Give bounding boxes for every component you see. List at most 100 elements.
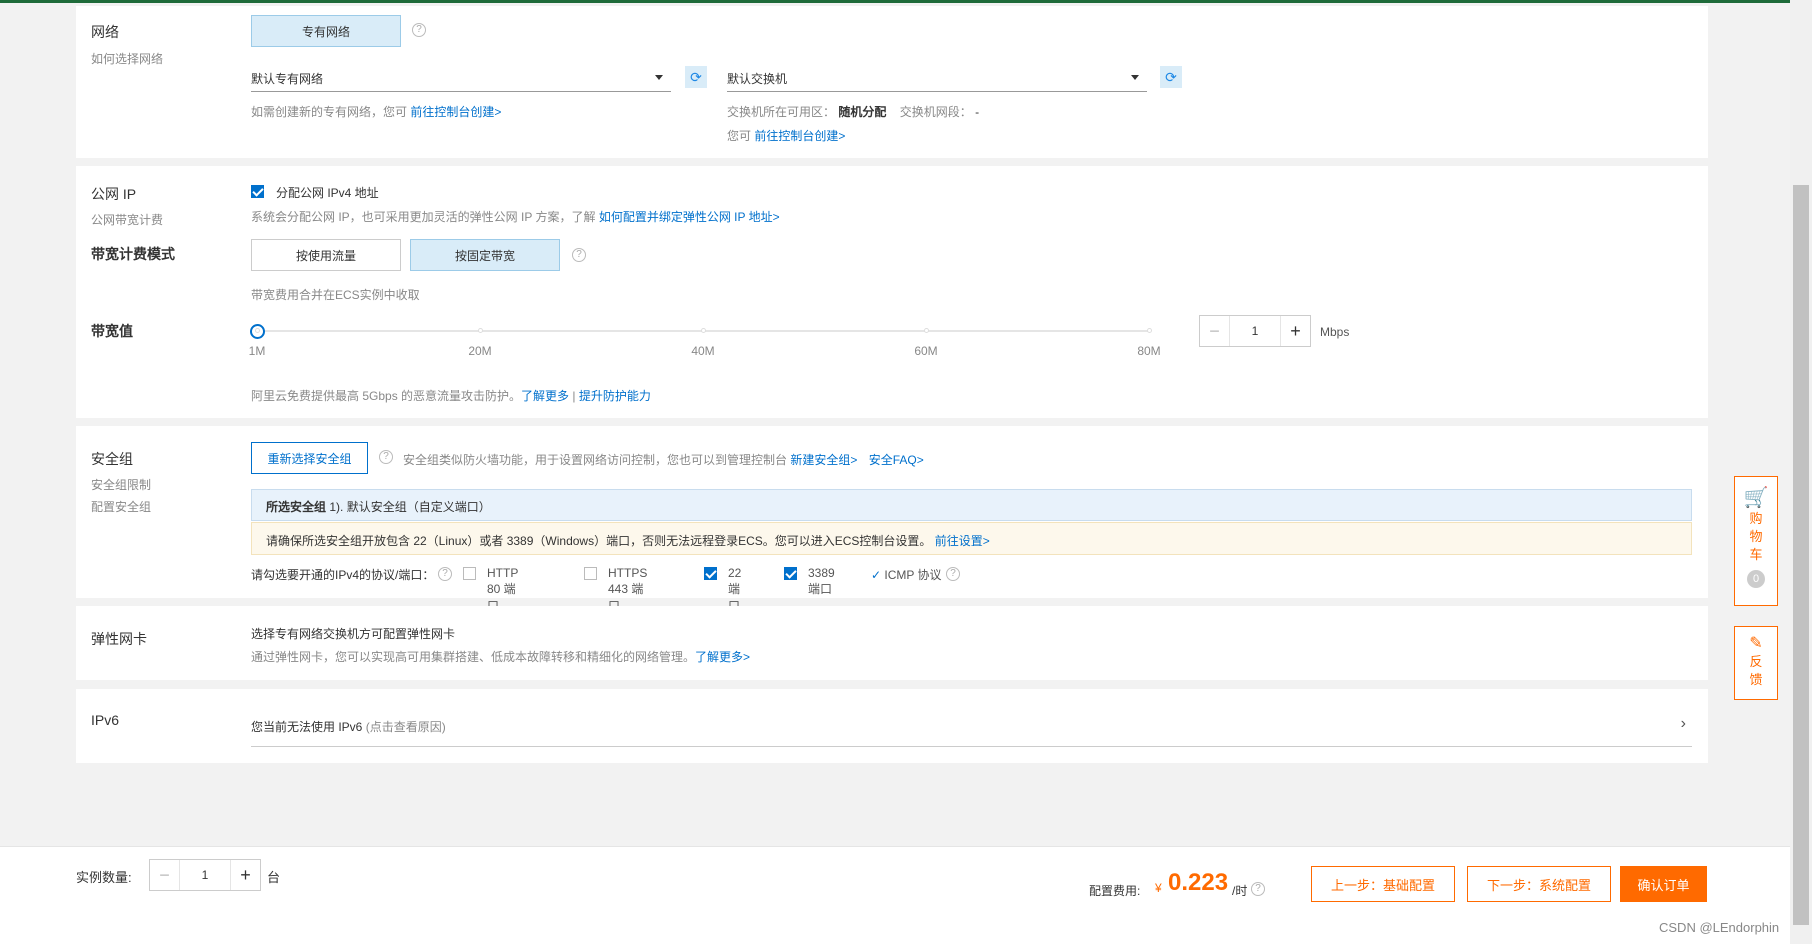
qty-unit: 台	[267, 870, 281, 885]
edit-icon: ✎	[1749, 635, 1763, 652]
vpc-hint-text: 如需创建新的专有网络，您可	[251, 105, 408, 119]
vpc-option-button[interactable]: 专有网络	[251, 15, 401, 47]
top-accent-line	[0, 0, 1812, 3]
vpc-refresh-icon[interactable]: ⟳	[685, 66, 707, 88]
ipv6-panel: IPv6 您当前无法使用 IPv6 (点击查看原因) ›	[76, 689, 1708, 763]
next-step-button[interactable]: 下一步：系统配置	[1467, 866, 1611, 902]
qty-value[interactable]: 1	[180, 868, 230, 882]
public-ip-panel: 公网 IP 公网带宽计费 分配公网 IPv4 地址 系统会分配公网 IP，也可采…	[76, 166, 1708, 418]
qty-plus-button[interactable]: +	[230, 860, 260, 890]
billing-help-icon[interactable]: ?	[572, 248, 586, 262]
vpc-create-link[interactable]: 前往控制台创建>	[410, 105, 501, 119]
ddos-note: 阿里云免费提供最高 5Gbps 的恶意流量攻击防护。了解更多 | 提升防护能力	[251, 387, 651, 404]
bandwidth-tick-label: 40M	[691, 344, 715, 358]
vswitch-select[interactable]: 默认交换机	[727, 62, 1147, 92]
side-label-char: 车	[1749, 547, 1763, 562]
side-label-char: 购	[1749, 511, 1763, 526]
port-checkbox[interactable]	[784, 567, 797, 580]
bandwidth-tick-dot	[1147, 328, 1152, 333]
vpc-select-value: 默认专有网络	[251, 72, 324, 86]
security-help-icon[interactable]: ?	[379, 450, 393, 464]
check-icon: ✓	[871, 568, 882, 582]
vswitch-create-link[interactable]: 前往控制台创建>	[754, 129, 845, 143]
vpc-select[interactable]: 默认专有网络	[251, 62, 671, 92]
price-unit: /时	[1232, 884, 1248, 898]
ddos-upgrade-link[interactable]: 提升防护能力	[579, 389, 651, 403]
eni-panel: 弹性网卡 选择专有网络交换机方可配置弹性网卡 通过弹性网卡，您可以实现高可用集群…	[76, 606, 1708, 680]
new-security-group-link[interactable]: 新建安全组>	[790, 453, 857, 467]
cart-icon: 🛒	[1743, 487, 1769, 509]
public-ip-desc-text: 系统会分配公网 IP，也可采用更加灵活的弹性公网 IP 方案，了解	[251, 210, 596, 224]
network-help-icon[interactable]: ?	[412, 23, 426, 37]
qty-label: 实例数量:	[76, 870, 132, 885]
network-panel: 网络 如何选择网络 专有网络 ? 默认专有网络 ⟳ 默认交换机 ⟳ 如需创建新的…	[76, 6, 1708, 158]
ipv6-row[interactable]: 您当前无法使用 IPv6 (点击查看原因) ›	[251, 701, 1692, 747]
billing-traffic-button[interactable]: 按使用流量	[251, 239, 401, 271]
eip-guide-link[interactable]: 如何配置并绑定弹性公网 IP 地址>	[599, 210, 780, 224]
price-help-icon[interactable]: ?	[1251, 882, 1265, 896]
port-checkbox[interactable]	[463, 567, 476, 580]
port-checkbox[interactable]	[584, 567, 597, 580]
assign-ipv4-checkbox[interactable]	[251, 185, 264, 198]
vswitch-refresh-icon[interactable]: ⟳	[1160, 66, 1182, 88]
prev-step-button[interactable]: 上一步：基础配置	[1311, 866, 1455, 902]
security-title: 安全组	[91, 451, 133, 467]
price-label: 配置费用:	[1089, 884, 1141, 898]
bandwidth-tick-dot	[924, 328, 929, 333]
vswitch-select-value: 默认交换机	[727, 72, 788, 86]
eni-learn-more-link[interactable]: 了解更多>	[695, 650, 750, 664]
ddos-learn-more-link[interactable]: 了解更多	[521, 389, 569, 403]
eni-line1: 选择专有网络交换机方可配置弹性网卡	[251, 627, 456, 641]
bandwidth-tick-dot	[701, 328, 706, 333]
confirm-order-button[interactable]: 确认订单	[1620, 866, 1707, 902]
ddos-separator: |	[572, 389, 576, 403]
selected-security-group-bar: 所选安全组 1). 默认安全组（自定义端口）	[251, 489, 1692, 521]
selected-sg-label: 所选安全组	[266, 500, 327, 514]
qty-minus-button[interactable]: −	[150, 860, 180, 890]
bandwidth-plus-button[interactable]: +	[1280, 316, 1310, 346]
side-label-char: 反	[1749, 654, 1763, 669]
bandwidth-unit: Mbps	[1320, 325, 1350, 339]
cart-label: 购物车	[1735, 510, 1777, 564]
bandwidth-minus-button[interactable]: −	[1200, 316, 1230, 346]
eni-line2: 通过弹性网卡，您可以实现高可用集群搭建、低成本故障转移和精细化的网络管理。了解更…	[251, 648, 750, 665]
cart-count-badge: 0	[1747, 570, 1765, 588]
billing-fixed-button[interactable]: 按固定带宽	[410, 239, 560, 271]
security-group-panel: 安全组 安全组限制 配置安全组 重新选择安全组 ? 安全组类似防火墙功能，用于设…	[76, 426, 1708, 613]
scrollbar-thumb[interactable]	[1793, 185, 1809, 925]
currency-symbol: ¥	[1155, 881, 1162, 895]
qty-stepper[interactable]: − 1 +	[149, 859, 261, 891]
eni-line2-text: 通过弹性网卡，您可以实现高可用集群搭建、低成本故障转移和精细化的网络管理。	[251, 650, 696, 664]
feedback-widget[interactable]: ✎ 反馈	[1734, 626, 1778, 700]
ports-help-icon[interactable]: ?	[438, 567, 452, 581]
security-faq-link[interactable]: 安全FAQ>	[869, 453, 924, 467]
chevron-down-icon	[655, 75, 663, 80]
page-scrollbar[interactable]	[1790, 0, 1812, 944]
ports-label: 请勾选要开通的IPv4的协议/端口：	[251, 568, 435, 582]
zone-info: 交换机所在可用区： 随机分配 交换机网段： -	[727, 103, 979, 120]
public-ip-desc: 系统会分配公网 IP，也可采用更加灵活的弹性公网 IP 方案，了解 如何配置并绑…	[251, 208, 780, 225]
public-ip-title: 公网 IP	[91, 186, 137, 202]
bandwidth-stepper[interactable]: − 1 +	[1199, 315, 1311, 347]
port-checkbox[interactable]	[704, 567, 717, 580]
bandwidth-value[interactable]: 1	[1230, 324, 1280, 338]
cart-widget[interactable]: 🛒 购物车 0	[1734, 476, 1778, 606]
reselect-security-group-button[interactable]: 重新选择安全组	[251, 442, 368, 474]
bandwidth-tick-dot	[478, 328, 483, 333]
eni-title: 弹性网卡	[91, 631, 147, 647]
side-label-char: 物	[1749, 529, 1763, 544]
network-subtitle: 如何选择网络	[91, 52, 164, 66]
billing-mode-title: 带宽计费模式	[91, 246, 175, 262]
port-warning-bar: 请确保所选安全组开放包含 22（Linux）或者 3389（Windows）端口…	[251, 522, 1692, 555]
chevron-down-icon	[1131, 75, 1139, 80]
vswitch-hint: 您可 前往控制台创建>	[727, 127, 845, 144]
bandwidth-tick-label: 80M	[1137, 344, 1161, 358]
bandwidth-tick-label: 60M	[914, 344, 938, 358]
billing-note: 带宽费用合并在ECS实例中收取	[251, 288, 420, 302]
go-settings-link[interactable]: 前往设置>	[935, 534, 990, 548]
ipv6-title: IPv6	[91, 712, 120, 728]
port-label: 3389 端口	[808, 566, 835, 596]
network-title: 网络	[91, 24, 119, 40]
icmp-help-icon[interactable]: ?	[946, 567, 960, 581]
watermark: CSDN @LEndorphin	[1659, 920, 1780, 935]
